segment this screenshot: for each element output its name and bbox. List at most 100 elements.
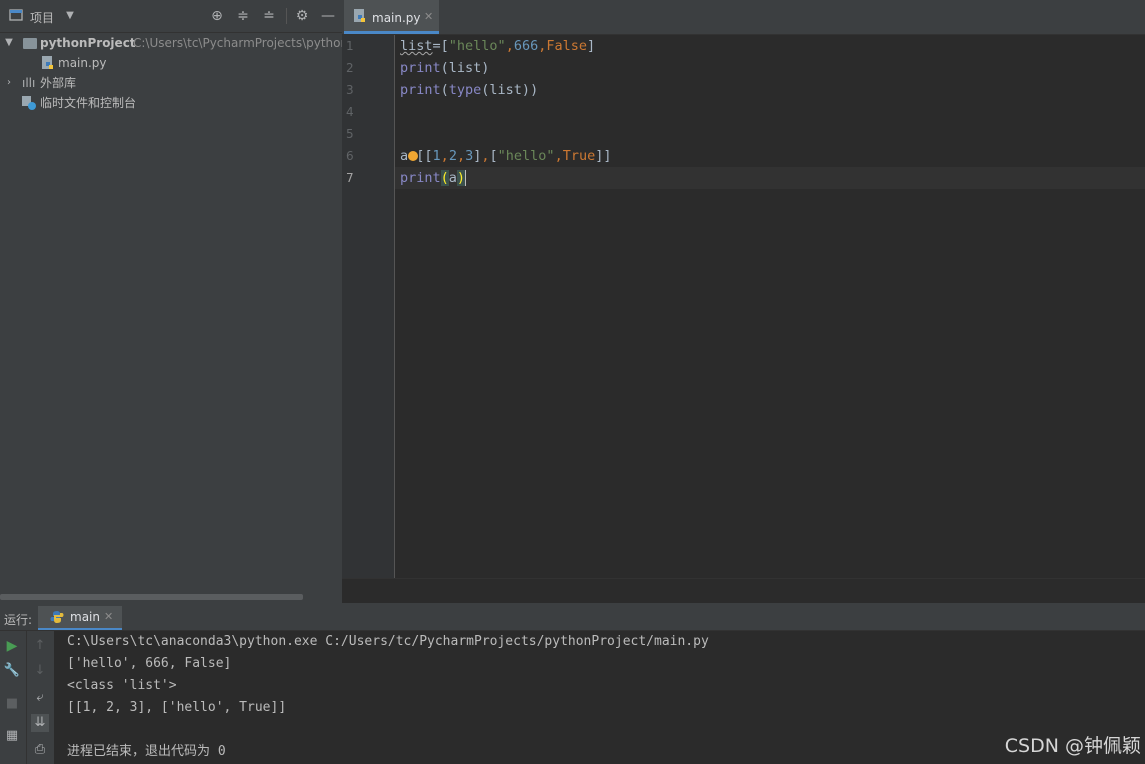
run-label: 运行: [4, 613, 33, 627]
code-token: print [400, 82, 441, 98]
watermark: CSDN @钟佩颖 [1004, 735, 1141, 757]
locate-icon[interactable]: ⊕ [209, 8, 225, 24]
line-number: 7 [346, 171, 354, 185]
code-token: print [400, 60, 441, 76]
code-line-1[interactable]: list=["hello",666,False] [400, 35, 595, 57]
scratches-icon [22, 96, 36, 110]
code-editor[interactable]: 1 2 3 4 5 6 7 list=["hello",666,False] p… [342, 35, 1145, 578]
editor-bottom-area [342, 578, 1145, 604]
code-token: ) [456, 170, 467, 186]
tab-main-py[interactable]: main.py ✕ [344, 0, 439, 34]
gear-icon[interactable]: ⚙ [294, 8, 310, 24]
code-token: 1 [432, 148, 441, 164]
code-token: , [554, 148, 563, 164]
project-path: C:\Users\tc\PycharmProjects\python [133, 36, 349, 50]
code-token: ]] [595, 148, 612, 164]
tree-item-pythonproject[interactable]: ▼ pythonProject C:\Users\tc\PycharmProje… [0, 33, 348, 53]
code-token: list [400, 38, 433, 54]
run-tab-main[interactable]: main ✕ [38, 606, 122, 630]
code-token: "hello" [448, 38, 506, 54]
code-token: , [505, 38, 514, 54]
library-icon: ıllı [22, 76, 36, 90]
code-token: (list) [440, 60, 490, 76]
code-token: , [481, 148, 490, 164]
python-file-icon [354, 9, 367, 26]
code-token: print [400, 170, 441, 186]
python-icon [50, 610, 64, 627]
print-icon[interactable]: ⎙ [31, 741, 49, 759]
code-token: (list)) [481, 82, 539, 98]
project-panel: 项目 ▼ ⊕ ≑ ≐ ⚙ — ▼ pythonProject C:\Users\… [0, 0, 348, 603]
horizontal-scrollbar[interactable] [0, 594, 303, 600]
close-icon[interactable]: ✕ [104, 610, 113, 623]
run-tab-label: main [70, 610, 100, 624]
layout-icon[interactable]: ▦ [3, 727, 21, 745]
python-file-icon [42, 56, 55, 70]
current-line-highlight [395, 167, 1145, 189]
project-header: 项目 ▼ ⊕ ≑ ≐ ⚙ — [0, 0, 342, 33]
code-token: =[ [432, 38, 449, 54]
rerun-icon[interactable]: ▶ [3, 637, 21, 655]
line-number: 5 [346, 127, 354, 141]
arrow-down-icon[interactable]: ↓ [31, 662, 49, 680]
editor-tab-bar: main.py ✕ [342, 0, 1145, 35]
folder-icon [23, 38, 37, 49]
chevron-down-icon[interactable]: ▼ [3, 33, 15, 53]
scroll-to-end-icon[interactable]: ⇊ [31, 714, 49, 732]
code-token: 3 [465, 148, 474, 164]
code-token: , [456, 148, 466, 164]
code-token: 2 [448, 148, 457, 164]
line-number: 1 [346, 39, 354, 53]
toolbar-divider [26, 631, 27, 764]
soft-wrap-icon[interactable]: ⤶ [31, 689, 49, 707]
code-line-2[interactable]: print(list) [400, 57, 489, 79]
code-token: 666 [513, 38, 539, 54]
tree-item-scratches[interactable]: 临时文件和控制台 [0, 93, 342, 113]
arrow-up-icon[interactable]: ↑ [31, 637, 49, 655]
console-line: C:\Users\tc\anaconda3\python.exe C:/User… [67, 634, 709, 649]
project-name: pythonProject [40, 36, 136, 50]
stop-icon[interactable]: ■ [3, 695, 21, 713]
code-token: "hello" [497, 148, 555, 164]
code-line-7[interactable]: print(a) [400, 167, 467, 189]
console-line: [[1, 2, 3], ['hello', True]] [67, 700, 287, 715]
hide-icon[interactable]: — [320, 8, 336, 24]
expand-all-icon[interactable]: ≑ [235, 8, 251, 24]
collapse-all-icon[interactable]: ≐ [261, 8, 277, 24]
run-toolbar: ▶ 🔧 ■ ▦ ↑ ↓ ⤶ ⇊ ⎙ [0, 631, 54, 764]
chevron-right-icon[interactable]: › [3, 73, 15, 93]
code-token: a [400, 148, 409, 164]
project-view-icon[interactable] [8, 8, 24, 24]
console-output[interactable]: C:\Users\tc\anaconda3\python.exe C:/User… [55, 631, 1145, 764]
scratches-label: 临时文件和控制台 [40, 96, 137, 110]
code-token: ( [440, 170, 449, 186]
code-token: ] [587, 38, 596, 54]
console-line: <class 'list'> [67, 678, 177, 693]
code-line-6[interactable]: a=[[1,2,3],["hello",True]] [400, 145, 611, 167]
tree-item-external-libraries[interactable]: › ıllı 外部库 [0, 73, 342, 93]
wrench-icon[interactable]: 🔧 [3, 662, 21, 680]
code-token: True [562, 148, 596, 164]
file-name: main.py [58, 56, 107, 70]
tree-item-main-py[interactable]: main.py [0, 53, 342, 73]
code-token: ( [440, 82, 449, 98]
console-line: 进程已结束，退出代码为 0 [67, 744, 226, 759]
code-line-3[interactable]: print(type(list)) [400, 79, 538, 101]
close-icon[interactable]: ✕ [424, 10, 433, 23]
header-divider [286, 8, 287, 24]
code-token: False [546, 38, 587, 54]
tab-label: main.py [372, 11, 421, 25]
console-line: ['hello', 666, False] [67, 656, 232, 671]
code-token: , [440, 148, 449, 164]
code-token: [ [489, 148, 498, 164]
project-title[interactable]: 项目 [30, 9, 54, 26]
chevron-down-icon[interactable]: ▼ [62, 8, 78, 24]
run-panel-header: 运行: main ✕ [0, 606, 1145, 631]
code-token: type [448, 82, 482, 98]
line-number: 6 [346, 149, 354, 163]
line-number: 2 [346, 61, 354, 75]
line-number: 4 [346, 105, 354, 119]
line-number: 3 [346, 83, 354, 97]
external-libraries-label: 外部库 [40, 76, 77, 90]
intention-bulb-icon[interactable] [408, 151, 418, 161]
